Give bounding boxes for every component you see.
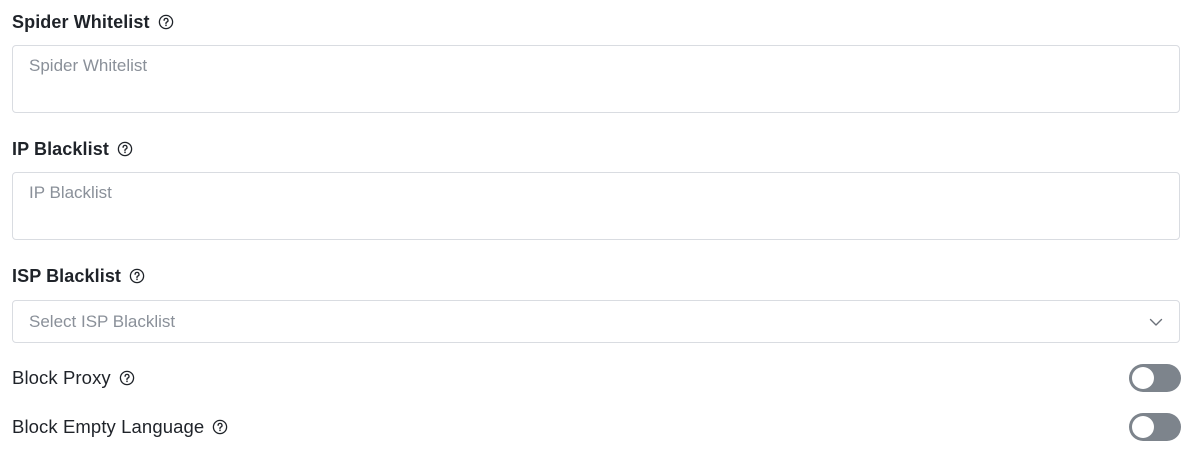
isp-blacklist-label: ISP Blacklist [12, 265, 122, 286]
security-settings-form: Spider Whitelist IP Blacklist ISP Blackl… [0, 0, 1200, 460]
toggle-knob [1132, 367, 1154, 389]
spider-whitelist-label-row: Spider Whitelist [12, 10, 174, 34]
block-proxy-label-row: Block Proxy [12, 366, 135, 390]
isp-blacklist-placeholder: Select ISP Blacklist [29, 311, 176, 331]
ip-blacklist-label: IP Blacklist [12, 138, 109, 159]
toggle-knob [1132, 416, 1154, 438]
ip-blacklist-input[interactable] [12, 172, 1180, 240]
help-circle-icon[interactable] [158, 14, 174, 30]
block-empty-language-toggle[interactable] [1129, 413, 1181, 441]
help-circle-icon[interactable] [117, 141, 133, 157]
block-proxy-label: Block Proxy [12, 367, 111, 388]
spider-whitelist-input[interactable] [12, 45, 1180, 113]
block-proxy-toggle[interactable] [1129, 364, 1181, 392]
chevron-down-icon [1149, 315, 1163, 329]
ip-blacklist-label-row: IP Blacklist [12, 137, 133, 161]
block-empty-language-label-row: Block Empty Language [12, 415, 228, 439]
help-circle-icon[interactable] [119, 370, 135, 386]
block-empty-language-label: Block Empty Language [12, 416, 205, 437]
isp-blacklist-select[interactable]: Select ISP Blacklist [12, 300, 1180, 343]
spider-whitelist-label: Spider Whitelist [12, 11, 150, 32]
help-circle-icon[interactable] [212, 419, 228, 435]
help-circle-icon[interactable] [129, 268, 145, 284]
isp-blacklist-label-row: ISP Blacklist [12, 264, 145, 288]
